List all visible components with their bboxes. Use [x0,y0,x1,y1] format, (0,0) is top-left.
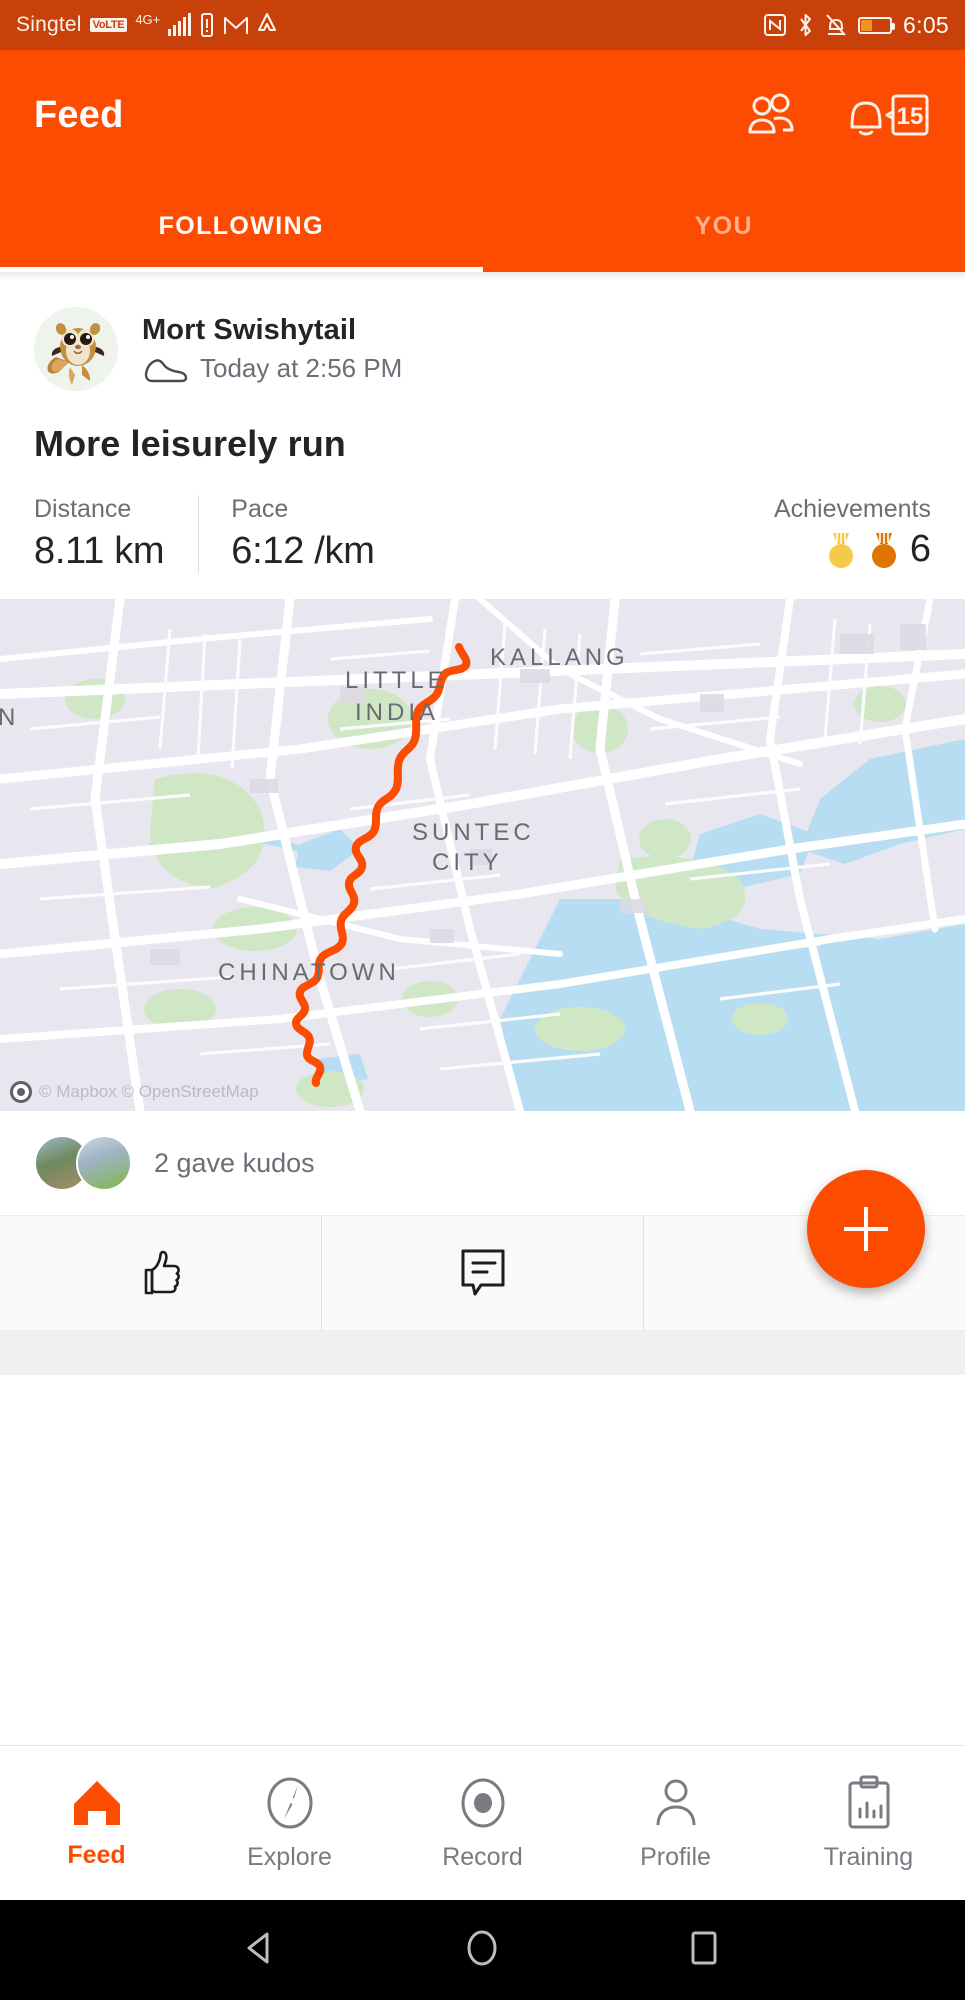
achievements-row: 6 [774,528,931,571]
nav-item-training[interactable]: Training [772,1775,965,1872]
activity-action-bar [0,1170,965,1331]
stat-distance-value: 8.11 km [34,530,165,572]
gmail-icon [224,17,249,34]
achievements-label: Achievements [773,495,931,523]
activity-title[interactable]: More leisurely run [0,391,965,465]
stat-distance-label: Distance [34,495,132,523]
find-friends-button[interactable] [741,93,797,137]
kudos-button[interactable] [0,1216,321,1330]
athlete-name: Mort Swishytail [142,314,357,346]
home-icon [73,1780,120,1825]
circle-home-icon [467,1930,497,1965]
compass-icon [267,1777,312,1828]
notification-badge-count: 15 [897,103,924,130]
stat-pace: Pace 6:12 /km [198,495,408,573]
app-bar: Feed 15 [0,50,965,180]
activity-card: Mort Swishytail Today at 2:56 PM More le… [0,281,965,1375]
map-label-kallang: KALLANG [490,644,629,671]
kudos-avatars[interactable] [34,1135,132,1191]
map-label-little: LITTLE [345,667,448,694]
app-bar-actions: 15 [741,89,931,141]
nav-label-feed: Feed [67,1840,126,1869]
activity-stats: Distance 8.11 km Pace 6:12 /km Achieveme… [0,465,965,599]
status-bar-clock: 6:05 [903,11,949,38]
map-label-india: INDIA [355,699,440,726]
nav-item-feed[interactable]: Feed [0,1777,193,1870]
triangle-back-icon [247,1932,269,1963]
status-bar: Singtel VoLTE 4G+ 6:05 [0,0,965,50]
map-label-chinatown: CHINATOWN [218,959,400,986]
card-top-shadow [0,272,965,281]
comment-icon [461,1249,504,1296]
people-icon [748,93,794,134]
page-title: Feed [34,93,124,136]
clipboard-chart-icon [848,1775,889,1828]
stat-achievements: Achievements 6 [774,495,931,571]
android-system-nav [0,1900,965,2000]
thumbs-up-icon [144,1250,180,1295]
kudos-avatar-2[interactable] [76,1135,132,1191]
nav-item-explore[interactable]: Explore [193,1775,386,1872]
stat-pace-value: 6:12 /km [231,530,375,572]
achievements-count: 6 [909,528,931,570]
athlete-row[interactable]: Mort Swishytail Today at 2:56 PM [0,281,965,391]
comment-button[interactable] [321,1216,643,1330]
battery-icon [858,16,896,34]
stat-distance: Distance 8.11 km [34,495,198,573]
nfc-icon [764,14,787,36]
medal-orange-icon [871,532,896,568]
nav-label-profile: Profile [640,1842,711,1871]
record-icon [461,1778,504,1827]
bottom-navigation: Feed Explore Record Profile Training [0,1745,965,1900]
map-label-city: CITY [432,849,503,876]
feed-gap [0,1331,965,1375]
feed-tabs: FOLLOWING YOU [0,180,965,272]
sim-alert-icon [201,13,214,37]
bell-icon: 15 [850,94,929,136]
strava-icon [258,13,277,31]
stat-pace-label: Pace [231,495,289,523]
plus-icon [844,1207,888,1251]
running-shoe-icon [144,358,188,382]
signal-bars-icon [168,13,192,36]
nav-item-record[interactable]: Record [386,1775,579,1872]
record-activity-fab[interactable] [807,1170,925,1288]
map-attribution-text: © Mapbox © OpenStreetMap [39,1082,259,1101]
silent-bell-icon [826,14,846,36]
avatar[interactable] [34,307,118,391]
tab-indicator [0,267,483,272]
person-icon [656,1779,695,1825]
system-home-button[interactable] [460,1926,504,1975]
status-bar-left: Singtel VoLTE 4G+ [16,12,764,38]
network-type-label: 4G+ [135,11,161,27]
activity-map[interactable]: KALLANG LITTLE INDIA SUNTEC CITY CHINATO… [0,599,965,1111]
tab-you[interactable]: YOU [483,180,965,272]
activity-meta: Today at 2:56 PM [142,353,402,384]
tab-following[interactable]: FOLLOWING [0,180,483,272]
system-recents-button[interactable] [682,1926,726,1975]
bluetooth-icon [800,14,812,36]
medal-gold-icon [828,532,853,568]
map-label-suntec: SUNTEC [412,819,535,846]
nav-label-explore: Explore [247,1842,332,1871]
mapbox-logo-icon [10,1081,32,1103]
carrier-label: Singtel [16,13,82,36]
volte-badge: VoLTE [89,18,128,32]
nav-label-record: Record [442,1842,523,1871]
map-label-edge: N [0,704,20,731]
square-recents-icon [691,1931,717,1964]
map-attribution: © Mapbox © OpenStreetMap [10,1081,259,1103]
kudos-count-text: 2 gave kudos [154,1147,315,1178]
nav-label-training: Training [823,1842,914,1871]
activity-timestamp: Today at 2:56 PM [200,353,403,383]
nav-item-profile[interactable]: Profile [579,1775,772,1872]
athlete-info: Mort Swishytail Today at 2:56 PM [142,314,402,384]
status-bar-right: 6:05 [764,12,949,39]
system-back-button[interactable] [239,1926,283,1975]
notifications-button[interactable]: 15 [839,89,931,141]
